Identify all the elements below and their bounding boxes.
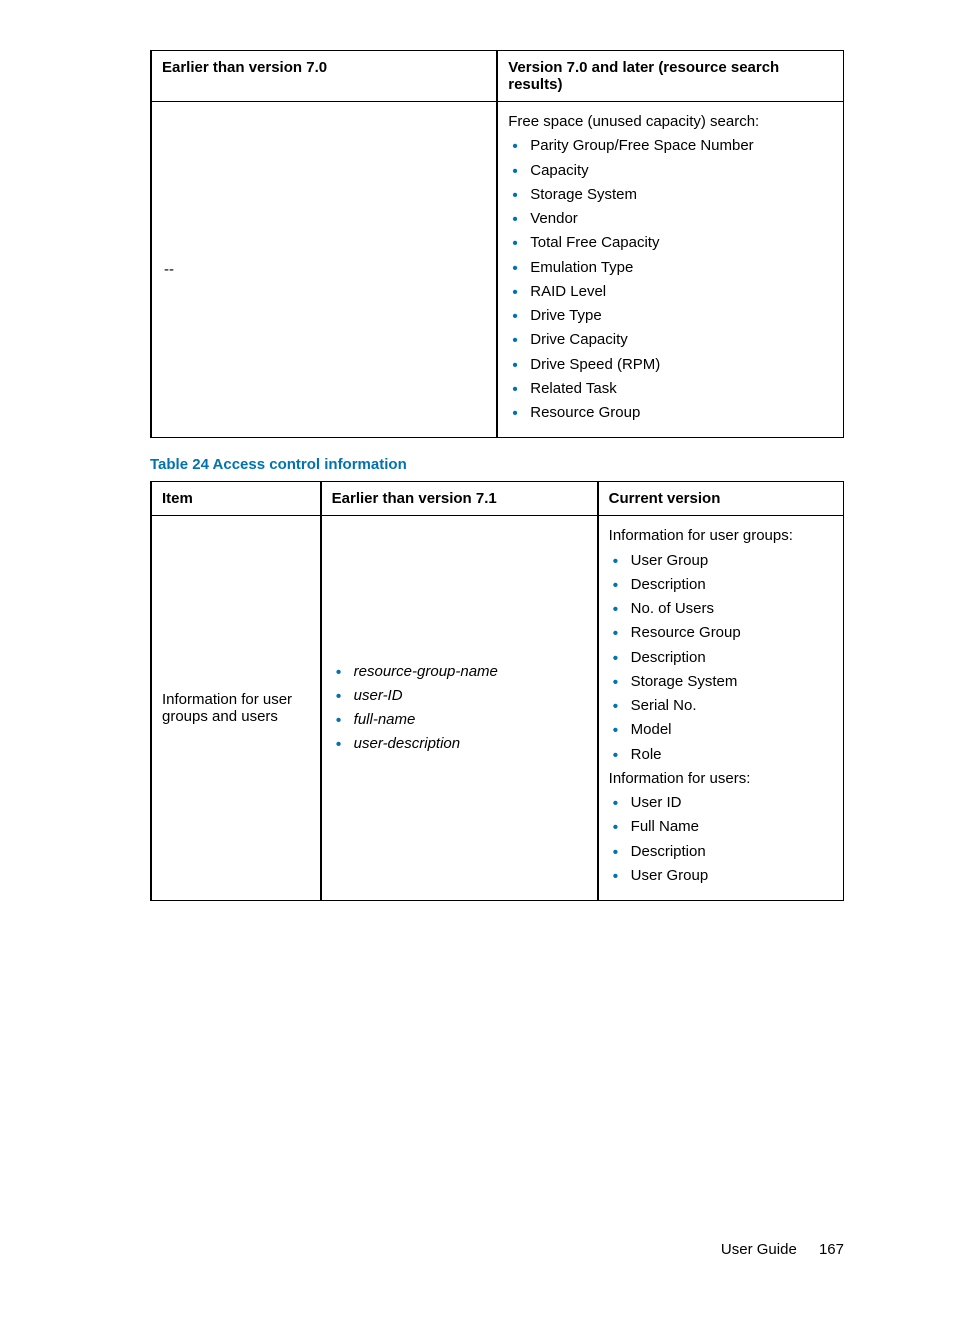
list-item: User Group bbox=[609, 551, 833, 571]
page-footer: User Guide 167 bbox=[150, 1241, 844, 1258]
list-item: Drive Speed (RPM) bbox=[508, 355, 833, 375]
table-row: Information for user groups and users re… bbox=[151, 516, 844, 901]
table-version-comparison: Earlier than version 7.0 Version 7.0 and… bbox=[150, 50, 844, 438]
table1-col2-intro: Free space (unused capacity) search: bbox=[508, 112, 833, 132]
list-item: Emulation Type bbox=[508, 258, 833, 278]
table1-header-col2: Version 7.0 and later (resource search r… bbox=[497, 51, 843, 102]
list-item: Description bbox=[609, 842, 833, 862]
list-item: Capacity bbox=[508, 161, 833, 181]
table1-col2-list: Parity Group/Free Space Number Capacity … bbox=[508, 136, 833, 423]
list-item: Role bbox=[609, 745, 833, 765]
list-item: Vendor bbox=[508, 209, 833, 229]
table1-header-col1: Earlier than version 7.0 bbox=[151, 51, 497, 102]
list-item: Storage System bbox=[609, 672, 833, 692]
table2-col3-intro-b: Information for users: bbox=[609, 769, 833, 789]
list-item: Description bbox=[609, 648, 833, 668]
list-item: Drive Type bbox=[508, 306, 833, 326]
table2-header-col1: Item bbox=[151, 482, 321, 516]
table2-col2-list: resource-group-name user-ID full-name us… bbox=[332, 662, 587, 755]
list-item: No. of Users bbox=[609, 599, 833, 619]
footer-page-number: 167 bbox=[819, 1241, 844, 1258]
list-item: resource-group-name bbox=[332, 662, 587, 682]
list-item: Total Free Capacity bbox=[508, 233, 833, 253]
table-access-control: Item Earlier than version 7.1 Current ve… bbox=[150, 481, 844, 901]
list-item: Resource Group bbox=[609, 623, 833, 643]
footer-label: User Guide bbox=[721, 1241, 797, 1258]
list-item: Full Name bbox=[609, 817, 833, 837]
table2-col3-list-a: User Group Description No. of Users Reso… bbox=[609, 551, 833, 765]
list-item: User ID bbox=[609, 793, 833, 813]
table2-header-col3: Current version bbox=[598, 482, 844, 516]
list-item: Description bbox=[609, 575, 833, 595]
list-item: User Group bbox=[609, 866, 833, 886]
list-item: Drive Capacity bbox=[508, 330, 833, 350]
list-item: Storage System bbox=[508, 185, 833, 205]
table1-col1-value: -- bbox=[162, 261, 486, 278]
table-caption: Table 24 Access control information bbox=[150, 456, 844, 473]
list-item: Related Task bbox=[508, 379, 833, 399]
list-item: Model bbox=[609, 720, 833, 740]
table2-col3-intro-a: Information for user groups: bbox=[609, 526, 833, 546]
table-row: -- Free space (unused capacity) search: … bbox=[151, 102, 844, 438]
list-item: full-name bbox=[332, 710, 587, 730]
table2-header-col2: Earlier than version 7.1 bbox=[321, 482, 598, 516]
list-item: Parity Group/Free Space Number bbox=[508, 136, 833, 156]
list-item: Serial No. bbox=[609, 696, 833, 716]
list-item: RAID Level bbox=[508, 282, 833, 302]
table2-col3-list-b: User ID Full Name Description User Group bbox=[609, 793, 833, 886]
list-item: user-ID bbox=[332, 686, 587, 706]
list-item: user-description bbox=[332, 734, 587, 754]
list-item: Resource Group bbox=[508, 403, 833, 423]
table2-col1-value: Information for user groups and users bbox=[151, 516, 321, 901]
